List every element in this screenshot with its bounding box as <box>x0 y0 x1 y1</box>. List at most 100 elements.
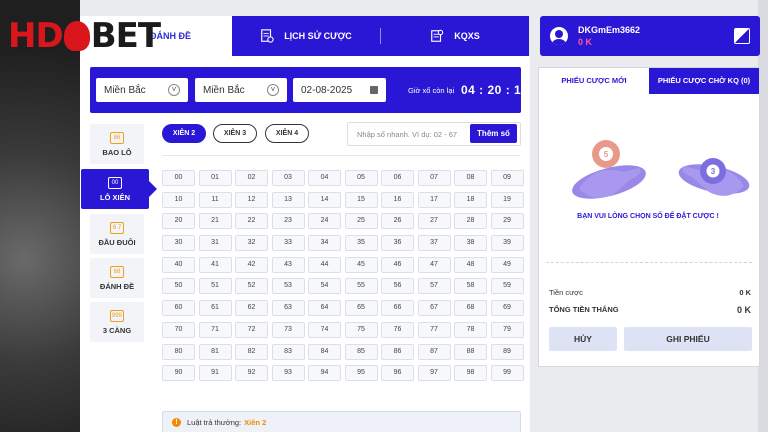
number-cell[interactable]: 52 <box>235 278 268 295</box>
number-cell[interactable]: 67 <box>417 300 451 317</box>
number-cell[interactable]: 66 <box>381 300 414 317</box>
number-cell[interactable]: 86 <box>381 343 414 360</box>
number-cell[interactable]: 95 <box>344 365 378 382</box>
number-cell[interactable]: 96 <box>381 365 414 382</box>
number-cell[interactable]: 35 <box>344 235 378 252</box>
number-cell[interactable]: 14 <box>308 191 341 208</box>
number-cell[interactable]: 82 <box>235 343 268 360</box>
number-cell[interactable]: 51 <box>198 278 232 295</box>
number-cell[interactable]: 38 <box>454 235 487 252</box>
number-cell[interactable]: 43 <box>271 256 305 273</box>
number-cell[interactable]: 01 <box>198 170 232 186</box>
number-cell[interactable]: 16 <box>381 191 414 208</box>
number-cell[interactable]: 78 <box>454 321 487 338</box>
number-cell[interactable]: 70 <box>162 321 195 338</box>
tab-pending-slip[interactable]: PHIẾU CƯỢC CHỜ KQ (0) <box>649 68 759 94</box>
number-cell[interactable]: 44 <box>308 256 341 273</box>
number-cell[interactable]: 41 <box>198 256 232 273</box>
number-cell[interactable]: 19 <box>490 191 524 208</box>
number-cell[interactable]: 31 <box>198 235 232 252</box>
number-cell[interactable]: 28 <box>454 213 487 230</box>
category-3-cang[interactable]: 999 3 CÀNG <box>90 302 144 342</box>
number-cell[interactable]: 27 <box>417 213 451 230</box>
number-cell[interactable]: 76 <box>381 321 414 338</box>
number-cell[interactable]: 87 <box>417 343 451 360</box>
category-dau-duoi[interactable]: 6 7 ĐẦU ĐUÔI <box>90 214 144 254</box>
number-cell[interactable]: 45 <box>344 256 378 273</box>
number-cell[interactable]: 04 <box>308 170 341 186</box>
number-cell[interactable]: 77 <box>417 321 451 338</box>
nav-kqxs[interactable]: KQXS <box>381 29 529 43</box>
number-cell[interactable]: 23 <box>271 213 305 230</box>
region-select[interactable]: Miền Bắc ˅ <box>96 78 188 102</box>
add-number-button[interactable]: Thêm số <box>470 124 517 143</box>
number-cell[interactable]: 72 <box>235 321 268 338</box>
number-cell[interactable]: 37 <box>417 235 451 252</box>
number-cell[interactable]: 98 <box>454 365 487 382</box>
number-cell[interactable]: 94 <box>308 365 341 382</box>
number-cell[interactable]: 09 <box>490 170 524 186</box>
number-cell[interactable]: 49 <box>490 256 524 273</box>
number-cell[interactable]: 92 <box>235 365 268 382</box>
number-cell[interactable]: 90 <box>162 365 195 382</box>
number-cell[interactable]: 64 <box>308 300 341 317</box>
number-cell[interactable]: 42 <box>235 256 268 273</box>
number-cell[interactable]: 55 <box>344 278 378 295</box>
number-cell[interactable]: 25 <box>344 213 378 230</box>
number-cell[interactable]: 99 <box>490 365 524 382</box>
pill-xien-4[interactable]: XIÊN 4 <box>265 124 309 143</box>
number-cell[interactable]: 53 <box>271 278 305 295</box>
number-cell[interactable]: 50 <box>162 278 195 295</box>
number-cell[interactable]: 85 <box>344 343 378 360</box>
number-cell[interactable]: 40 <box>162 256 195 273</box>
number-cell[interactable]: 03 <box>271 170 305 186</box>
station-select[interactable]: Miền Bắc ˅ <box>195 78 287 102</box>
number-cell[interactable]: 21 <box>198 213 232 230</box>
number-cell[interactable]: 93 <box>271 365 305 382</box>
number-cell[interactable]: 79 <box>490 321 524 338</box>
number-cell[interactable]: 69 <box>490 300 524 317</box>
number-cell[interactable]: 84 <box>308 343 341 360</box>
number-cell[interactable]: 15 <box>344 191 378 208</box>
number-cell[interactable]: 05 <box>344 170 378 186</box>
submit-slip-button[interactable]: GHI PHIẾU <box>624 327 752 351</box>
number-cell[interactable]: 48 <box>454 256 487 273</box>
pill-xien-2[interactable]: XIÊN 2 <box>162 124 206 143</box>
number-cell[interactable]: 62 <box>235 300 268 317</box>
number-cell[interactable]: 61 <box>198 300 232 317</box>
number-cell[interactable]: 75 <box>344 321 378 338</box>
number-cell[interactable]: 18 <box>454 191 487 208</box>
number-cell[interactable]: 88 <box>454 343 487 360</box>
number-cell[interactable]: 02 <box>235 170 268 186</box>
number-cell[interactable]: 63 <box>271 300 305 317</box>
number-cell[interactable]: 30 <box>162 235 195 252</box>
number-cell[interactable]: 39 <box>490 235 524 252</box>
cancel-button[interactable]: HỦY <box>549 327 617 351</box>
number-cell[interactable]: 08 <box>454 170 487 186</box>
hdbet-logo[interactable]: HD BET <box>8 16 161 56</box>
category-danh-de[interactable]: 68 ĐÁNH ĐỀ <box>90 258 144 298</box>
number-cell[interactable]: 65 <box>344 300 378 317</box>
date-picker[interactable]: 02-08-2025 <box>293 78 386 102</box>
number-cell[interactable]: 91 <box>198 365 232 382</box>
pill-xien-3[interactable]: XIÊN 3 <box>213 124 257 143</box>
payout-rule-value[interactable]: Xiên 2 <box>244 418 266 427</box>
number-cell[interactable]: 33 <box>271 235 305 252</box>
number-cell[interactable]: 57 <box>417 278 451 295</box>
number-cell[interactable]: 32 <box>235 235 268 252</box>
number-cell[interactable]: 26 <box>381 213 414 230</box>
number-cell[interactable]: 71 <box>198 321 232 338</box>
number-cell[interactable]: 36 <box>381 235 414 252</box>
number-cell[interactable]: 24 <box>308 213 341 230</box>
number-cell[interactable]: 59 <box>490 278 524 295</box>
number-cell[interactable]: 12 <box>235 191 268 208</box>
number-cell[interactable]: 60 <box>162 300 195 317</box>
theme-toggle-icon[interactable] <box>734 28 750 44</box>
tab-new-slip[interactable]: PHIẾU CƯỢC MỚI <box>539 68 649 94</box>
number-cell[interactable]: 17 <box>417 191 451 208</box>
number-cell[interactable]: 56 <box>381 278 414 295</box>
nav-history[interactable]: LỊCH SỬ CƯỢC <box>232 29 380 43</box>
number-cell[interactable]: 22 <box>235 213 268 230</box>
number-cell[interactable]: 97 <box>417 365 451 382</box>
number-cell[interactable]: 10 <box>162 191 195 208</box>
